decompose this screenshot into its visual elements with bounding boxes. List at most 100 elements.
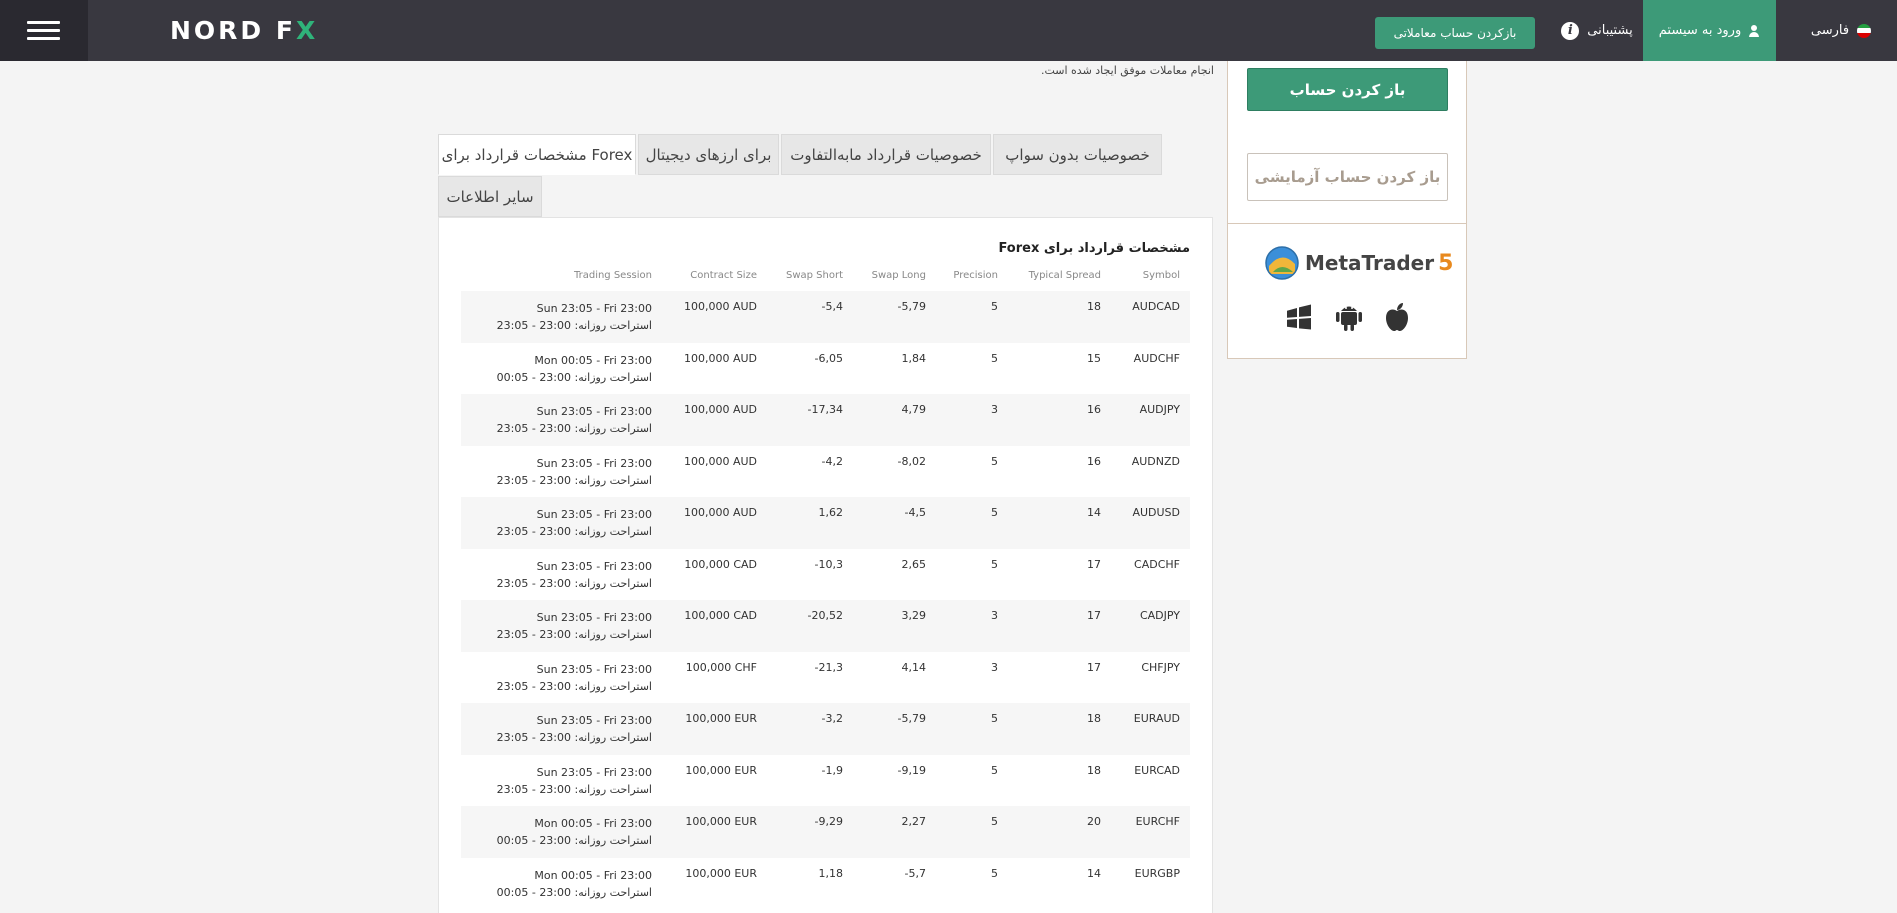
- cell-contract-size: 100,000 CAD: [684, 557, 757, 571]
- session-hours: Mon 00:05 - Fri 23:00: [534, 817, 652, 830]
- col-swap-long: Swap Long: [871, 270, 926, 281]
- tab-other-info[interactable]: سایر اطلاعات: [438, 176, 542, 217]
- col-symbol: Symbol: [1142, 270, 1180, 281]
- cell-swap-short: -5,4: [821, 300, 843, 313]
- open-demo-account-button[interactable]: باز کردن حساب آزمایشی: [1247, 153, 1448, 201]
- cell-trading-session: Sun 23:05 - Fri 23:00 استراحت روزانه: 23:…: [497, 403, 652, 437]
- cell-trading-session: Sun 23:05 - Fri 23:00 استراحت روزانه: 23:…: [497, 300, 652, 334]
- metatrader-name: MetaTrader: [1305, 251, 1435, 275]
- session-hours: Sun 23:05 - Fri 23:00: [536, 456, 652, 470]
- cell-precision: 5: [991, 866, 998, 880]
- apple-icon[interactable]: [1383, 301, 1411, 337]
- daily-break: استراحت روزانه: 23:00 - 23:05: [496, 731, 652, 744]
- table-row: AUDCHF 15 5 1,84 -6,05 100,000 AUD Mon 00:05 -…: [461, 343, 1190, 395]
- intro-line: انجام معاملات موفق ایجاد شده است.: [1040, 64, 1214, 77]
- windows-icon[interactable]: [1283, 301, 1315, 337]
- table-row: AUDCAD 18 5 -5,79 -5,4 100,000 AUD Sun 23:05 -…: [461, 291, 1190, 343]
- cell-swap-short: 1,62: [818, 506, 844, 519]
- session-hours: Sun 23:05 - Fri 23:00: [536, 405, 652, 418]
- cell-trading-session: Sun 23:05 - Fri 23:00 استراحت روزانه: 23:…: [497, 506, 652, 540]
- col-swap-short: Swap Short: [785, 270, 843, 281]
- cell-trading-session: Sun 23:05 - Fri 23:00 استراحت روزانه: 23:…: [497, 558, 652, 592]
- cell-symbol: CHFJPY: [1141, 660, 1180, 674]
- session-hours: Sun 23:05 - Fri 23:00: [536, 508, 652, 521]
- open-account-button[interactable]: باز کردن حساب: [1247, 68, 1448, 111]
- cell-swap-short: -4,2: [821, 454, 843, 468]
- language-label: فارسی: [1810, 23, 1850, 38]
- cell-symbol: AUDCAD: [1132, 300, 1180, 313]
- sidebar-divider: [1228, 223, 1466, 224]
- cell-swap-short: 1,18: [818, 866, 844, 880]
- cell-trading-session: Sun 23:05 - Fri 23:00 استراحت روزانه: 23:…: [497, 712, 652, 746]
- cell-contract-size: 100,000 AUD: [683, 300, 757, 313]
- col-precision: Precision: [953, 270, 998, 281]
- cell-typical-spread: 18: [1087, 712, 1101, 725]
- session-hours: Mon 00:05 - Fri 23:00: [534, 868, 652, 882]
- cell-swap-long: 4,79: [901, 403, 927, 416]
- cell-symbol: EURCHF: [1135, 815, 1180, 828]
- cell-contract-size: 100,000 EUR: [685, 815, 757, 828]
- cell-typical-spread: 17: [1087, 557, 1101, 571]
- language-selector[interactable]: فارسی: [1785, 0, 1897, 61]
- cell-swap-long: -8,02: [897, 454, 926, 468]
- cell-contract-size: 100,000 AUD: [683, 403, 757, 416]
- table-row: CADCHF 17 5 2,65 -10,3 100,000 CAD Sun 23:05 -…: [461, 549, 1190, 601]
- cell-symbol: AUDCHF: [1133, 351, 1180, 365]
- table-row: AUDNZD 16 5 -8,02 -4,2 100,000 AUD Sun 23:05 -…: [461, 446, 1190, 498]
- cell-swap-long: -9,19: [897, 763, 926, 777]
- cell-contract-size: 100,000 AUD: [683, 351, 757, 365]
- support-label: پشتیبانی: [1587, 23, 1633, 38]
- cell-swap-long: 1,84: [901, 351, 927, 365]
- cell-precision: 5: [991, 351, 998, 365]
- session-hours: Sun 23:05 - Fri 23:00: [536, 559, 652, 573]
- cell-symbol: CADJPY: [1139, 609, 1180, 622]
- cell-typical-spread: 20: [1087, 815, 1101, 828]
- cell-trading-session: Sun 23:05 - Fri 23:00 استراحت روزانه: 23:…: [497, 764, 652, 798]
- cell-typical-spread: 17: [1087, 609, 1101, 622]
- platform-icons: [1283, 301, 1423, 335]
- tab-cfd-specs[interactable]: خصوصیات قرارداد مابه‌التفاوت: [781, 134, 991, 175]
- cell-swap-short: -9,29: [814, 815, 843, 828]
- nordfx-logo[interactable]: NORD FX: [170, 18, 318, 44]
- table-row: CADJPY 17 3 3,29 -20,52 100,000 CAD Sun 23:05 …: [461, 600, 1190, 652]
- cell-trading-session: Sun 23:05 - Fri 23:00 استراحت روزانه: 23:…: [497, 609, 652, 643]
- hamburger-menu-icon[interactable]: [0, 0, 88, 61]
- daily-break: استراحت روزانه: 23:00 - 23:05: [496, 473, 652, 487]
- metatrader-logo[interactable]: MetaTrader 5: [1263, 244, 1453, 282]
- cell-typical-spread: 14: [1087, 506, 1101, 519]
- metatrader-version: 5: [1438, 250, 1454, 276]
- daily-break: استراحت روزانه: 23:00 - 23:05: [496, 679, 652, 693]
- cell-swap-long: 2,27: [901, 815, 927, 828]
- user-icon: [1748, 24, 1760, 37]
- cell-precision: 5: [991, 763, 998, 777]
- android-icon[interactable]: [1335, 301, 1363, 337]
- cell-precision: 5: [991, 815, 998, 828]
- info-icon: i: [1561, 21, 1580, 40]
- cell-precision: 5: [991, 454, 998, 468]
- right-sidebar: باز کردن حساب باز کردن حساب آزمایشی Meta…: [1227, 61, 1467, 359]
- cell-typical-spread: 18: [1087, 300, 1101, 313]
- daily-break: استراحت روزانه: 23:00 - 23:05: [496, 782, 652, 796]
- session-hours: Sun 23:05 - Fri 23:00: [536, 662, 652, 676]
- cell-swap-short: -17,34: [807, 403, 843, 416]
- support-link[interactable]: i پشتیبانی: [1550, 0, 1644, 61]
- tab-forex-specs[interactable]: مشخصات قرارداد برای Forex: [438, 134, 636, 175]
- table-row: AUDUSD 14 5 -4,5 1,62 100,000 AUD Sun 23:05 - …: [461, 497, 1190, 549]
- cell-contract-size: 100,000 AUD: [683, 454, 757, 468]
- tab-swap-free[interactable]: خصوصیات بدون سواپ: [993, 134, 1162, 175]
- col-trading-session: Trading Session: [573, 270, 652, 281]
- open-trading-account-button[interactable]: بازکردن حساب معاملاتی: [1375, 17, 1535, 49]
- tab-crypto[interactable]: برای ارزهای دیجیتال: [638, 134, 779, 175]
- cell-contract-size: 100,000 AUD: [683, 506, 757, 519]
- cell-symbol: AUDUSD: [1132, 506, 1180, 519]
- daily-break: استراحت روزانه: 23:00 - 23:05: [496, 319, 652, 332]
- cell-precision: 5: [991, 712, 998, 725]
- cell-swap-long: -5,79: [897, 300, 926, 313]
- login-button[interactable]: ورود به سیستم: [1643, 0, 1776, 61]
- cell-swap-short: -6,05: [814, 351, 843, 365]
- cell-precision: 5: [991, 506, 998, 519]
- col-typical-spread: Typical Spread: [1028, 270, 1101, 281]
- contract-specs-panel: مشخصات قرارداد برای Forex Symbol Typical…: [438, 217, 1213, 913]
- session-hours: Sun 23:05 - Fri 23:00: [536, 765, 652, 779]
- cell-trading-session: Sun 23:05 - Fri 23:00 استراحت روزانه: 23:…: [497, 661, 652, 695]
